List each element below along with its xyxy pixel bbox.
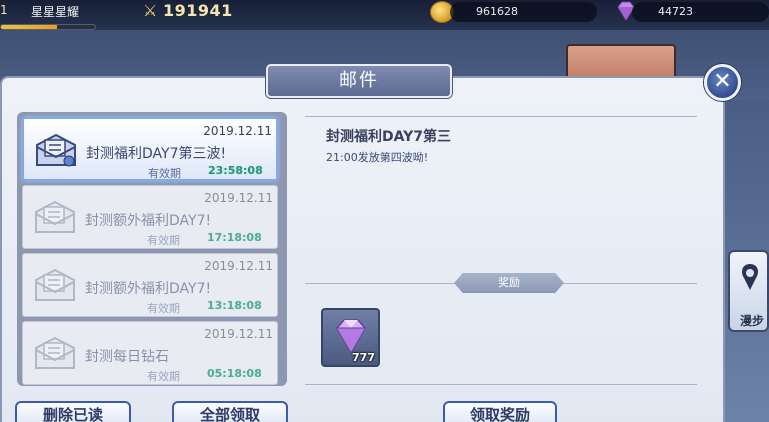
gold-counter[interactable]: 961628 — [450, 2, 597, 22]
mail-detail-body: 21:00发放第四波呦! — [326, 151, 429, 164]
mail-list-item[interactable]: 2019.12.11 封测福利DAY7第三波! 有效期 23:58:08 — [22, 117, 278, 181]
mail-subject: 封测福利DAY7第三波! — [86, 146, 227, 162]
mail-timer: 13:18:08 — [207, 299, 262, 312]
mail-timer: 05:18:08 — [207, 367, 262, 380]
mail-timer: 17:18:08 — [207, 231, 262, 244]
mail-date: 2019.12.11 — [204, 327, 273, 341]
mail-detail: 封测福利DAY7第三 21:00发放第四波呦! 奖励 777 — [305, 110, 717, 390]
envelope-icon — [35, 200, 75, 233]
crossed-swords-icon: ⚔ — [143, 1, 158, 20]
exp-bar — [0, 24, 96, 30]
mail-subject: 封测每日钻石 — [85, 349, 169, 365]
envelope-icon — [36, 133, 76, 167]
close-button[interactable]: ✕ — [704, 64, 741, 101]
side-menu-button[interactable]: 漫步 — [728, 250, 769, 332]
reward-quantity: 777 — [352, 351, 375, 364]
mail-date: 2019.12.11 — [204, 191, 273, 205]
envelope-icon — [35, 268, 75, 301]
mail-list[interactable]: 2019.12.11 封测福利DAY7第三波! 有效期 23:58:08 201… — [17, 112, 287, 386]
diamond-icon — [336, 319, 366, 354]
delete-read-button[interactable]: 删除已读 — [15, 401, 131, 422]
divider — [305, 116, 697, 117]
mail-valid-label: 有效期 — [147, 234, 180, 247]
top-hud: 1 星星星耀 ⚔ 191941 961628 44723 — [0, 0, 769, 30]
mail-date: 2019.12.11 — [203, 124, 272, 138]
location-pin-icon — [742, 264, 758, 290]
mail-timer: 23:58:08 — [208, 164, 263, 177]
divider — [305, 384, 697, 385]
exp-bar-fill — [1, 25, 58, 29]
mail-detail-title: 封测福利DAY7第三 — [326, 129, 451, 145]
reward-item[interactable]: 777 — [321, 308, 380, 367]
side-menu-label: 漫步 — [740, 314, 765, 328]
mail-subject: 封测额外福利DAY7! — [85, 213, 212, 229]
mail-subject: 封测额外福利DAY7! — [85, 281, 212, 297]
mail-valid-label: 有效期 — [148, 167, 181, 180]
mail-date: 2019.12.11 — [204, 259, 273, 273]
reward-label: 奖励 — [454, 273, 564, 293]
gem-counter[interactable]: 44723 — [632, 2, 769, 22]
claim-all-button[interactable]: 全部领取 — [172, 401, 288, 422]
mail-list-item[interactable]: 2019.12.11 封测额外福利DAY7! 有效期 17:18:08 — [22, 185, 278, 249]
mail-list-item[interactable]: 2019.12.11 封测每日钻石 有效期 05:18:08 — [22, 321, 278, 385]
mail-list-item[interactable]: 2019.12.11 封测额外福利DAY7! 有效期 13:18:08 — [22, 253, 278, 317]
mail-valid-label: 有效期 — [147, 370, 180, 383]
player-level: 1 — [0, 3, 8, 17]
close-icon: ✕ — [713, 69, 732, 94]
claim-reward-button[interactable]: 领取奖励 — [443, 401, 557, 422]
mail-valid-label: 有效期 — [147, 302, 180, 315]
mail-title: 邮件 — [266, 64, 452, 98]
player-name: 星星星耀 — [31, 5, 80, 19]
envelope-icon — [35, 336, 75, 369]
combat-power: 191941 — [163, 1, 233, 20]
